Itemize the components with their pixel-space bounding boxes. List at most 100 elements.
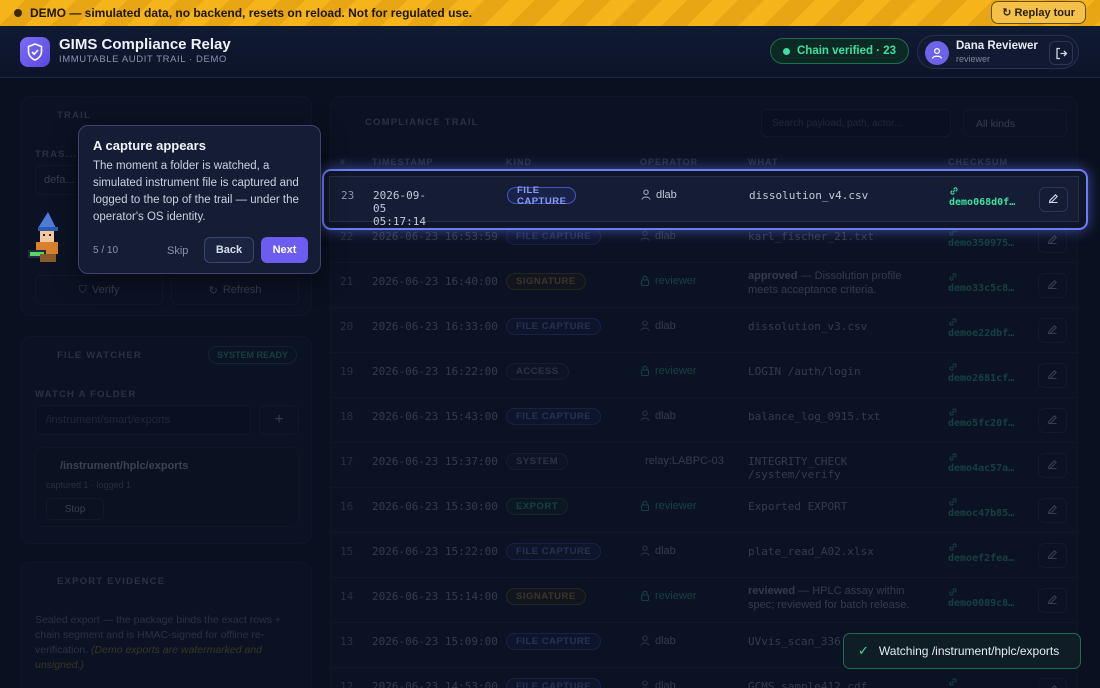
stop-button[interactable]: Stop [46, 498, 104, 520]
lock-icon [640, 275, 650, 289]
user-icon [641, 189, 651, 203]
tour-back-button[interactable]: Back [204, 237, 254, 263]
table-row[interactable]: 21 2026-06-23 16:40:00 SIGNATURE reviewer ap… [330, 262, 1078, 307]
kind-badge: FILE CAPTURE [506, 678, 602, 688]
row-what: approved — Dissolution profile meets acc… [748, 270, 902, 296]
verify-button[interactable]: ⛉ Verify [35, 275, 163, 305]
refresh-icon: ↻ [208, 284, 218, 297]
pencil-icon [1047, 322, 1058, 340]
pencil-icon [1047, 457, 1058, 475]
tras-label: TRAS... [35, 149, 78, 160]
column-header: KIND [506, 157, 532, 167]
toast-text: Watching /instrument/hplc/exports [878, 644, 1060, 658]
app-title: GIMS Compliance Relay [59, 36, 231, 53]
tour-mascot [26, 212, 70, 266]
refresh-button[interactable]: ↻ Refresh [171, 275, 299, 305]
row-operator: dlab [640, 545, 730, 559]
row-index: 22 [340, 230, 354, 243]
shield-icon: ⛉ [78, 283, 87, 296]
kind-badge: EXPORT [506, 498, 569, 515]
pencil-icon [1047, 682, 1058, 688]
row-checksum: demoef2fea… [948, 553, 1015, 564]
search-input[interactable] [761, 109, 951, 137]
row-what: balance_log_0915.txt [748, 410, 881, 423]
demo-banner: DEMO — simulated data, no backend, reset… [0, 0, 1100, 26]
edit-button[interactable] [1038, 228, 1067, 253]
pencil-icon [1047, 367, 1058, 385]
edit-button[interactable] [1038, 543, 1067, 568]
export-text: Sealed export — the package binds the ex… [35, 614, 282, 671]
shield-logo-icon [20, 37, 50, 67]
table-row[interactable]: 23 2026-09-05 05:17:14 FILE CAPTURE dlab dis… [329, 176, 1079, 228]
edit-button[interactable] [1038, 273, 1067, 298]
user-icon [640, 320, 650, 334]
edit-button[interactable] [1038, 678, 1067, 688]
table-row[interactable]: 14 2026-06-23 15:14:00 SIGNATURE reviewer re… [330, 577, 1078, 622]
column-header: OPERATOR [640, 157, 699, 167]
row-timestamp: 2026-06-23 15:09:00 [372, 635, 498, 648]
lock-icon [640, 500, 650, 514]
row-timestamp: 2026-06-23 15:37:00 [372, 455, 498, 468]
row-checksum: democ47b85… [948, 508, 1015, 519]
user-menu[interactable]: Dana Reviewer reviewer [917, 35, 1079, 69]
user-icon [640, 230, 650, 244]
row-index: 12 [340, 680, 354, 688]
table-row[interactable]: 19 2026-06-23 16:22:00 ACCESS reviewer LOGIN… [330, 352, 1078, 397]
logout-icon [1055, 47, 1067, 59]
row-timestamp: 2026-06-23 15:43:00 [372, 410, 498, 423]
kind-badge: ACCESS [506, 363, 569, 380]
chain-status-badge[interactable]: Chain verified · 23 [770, 38, 910, 64]
edit-button[interactable] [1038, 588, 1067, 613]
replay-tour-button[interactable]: ↻ Replay tour [991, 1, 1086, 24]
export-evidence-panel: EXPORT EVIDENCE Sealed export — the pack… [20, 562, 312, 688]
folder-input[interactable] [35, 405, 251, 435]
edit-button[interactable] [1038, 363, 1067, 388]
edit-button[interactable] [1039, 187, 1068, 212]
table-row[interactable]: 17 2026-06-23 15:37:00 SYSTEM relay:LABPC-0… [330, 442, 1078, 487]
user-icon [640, 680, 650, 688]
table-row[interactable]: 15 2026-06-23 15:22:00 FILE CAPTURE dlab pla… [330, 532, 1078, 577]
tour-skip-button[interactable]: Skip [167, 245, 188, 257]
row-checksum: demo350975… [948, 238, 1015, 249]
edit-button[interactable] [1038, 318, 1067, 343]
row-checksum: demo068d0f… [949, 197, 1016, 208]
row-timestamp: 2026-06-23 15:22:00 [372, 545, 498, 558]
row-what: dissolution_v3.csv [748, 320, 868, 333]
banner-text: DEMO — simulated data, no backend, reset… [30, 6, 473, 20]
user-icon [640, 410, 650, 424]
tour-step-counter: 5 / 10 [93, 245, 119, 256]
row-index: 14 [340, 590, 354, 603]
kind-badge: FILE CAPTURE [506, 633, 602, 650]
table-row[interactable]: 18 2026-06-23 15:43:00 FILE CAPTURE dlab bal… [330, 397, 1078, 442]
row-timestamp: 2026-06-23 15:14:00 [372, 590, 498, 603]
user-icon [640, 635, 650, 649]
lock-icon [640, 365, 650, 379]
table-row[interactable]: 12 2026-06-23 14:53:00 FILE CAPTURE dlab GCM… [330, 667, 1078, 688]
logout-button[interactable] [1049, 41, 1073, 65]
row-operator: dlab [640, 680, 730, 688]
row-checksum: demo5fc20f… [948, 418, 1015, 429]
row-timestamp: 2026-06-23 16:53:59 [372, 230, 498, 243]
check-icon: ✓ [858, 643, 869, 658]
edit-button[interactable] [1038, 453, 1067, 478]
add-folder-button[interactable]: + [259, 405, 299, 435]
tour-next-button[interactable]: Next [261, 237, 308, 263]
kind-filter[interactable]: All kinds [963, 109, 1067, 137]
edit-button[interactable] [1038, 408, 1067, 433]
row-index: 13 [340, 635, 354, 648]
watch-folder-label: WATCH A FOLDER [35, 389, 137, 400]
wizard-mascot-icon [28, 212, 58, 262]
edit-button[interactable] [1038, 498, 1067, 523]
table-row[interactable]: 16 2026-06-23 15:30:00 EXPORT reviewer Expor… [330, 487, 1078, 532]
row-what: plate_read_A02.xlsx [748, 545, 874, 558]
row-what: LOGIN /auth/login [748, 365, 861, 378]
kind-badge: SYSTEM [506, 453, 569, 470]
row-checksum: demo2681cf… [948, 373, 1015, 384]
kind-badge: FILE CAPTURE [507, 185, 577, 207]
row-timestamp: 2026-06-23 15:30:00 [372, 500, 498, 513]
kind-badge: FILE CAPTURE [506, 228, 602, 245]
row-operator: reviewer [640, 275, 730, 289]
row-operator: reviewer [640, 500, 730, 514]
table-row[interactable]: 20 2026-06-23 16:33:00 FILE CAPTURE dlab dis… [330, 307, 1078, 352]
export-title: EXPORT EVIDENCE [57, 576, 166, 587]
